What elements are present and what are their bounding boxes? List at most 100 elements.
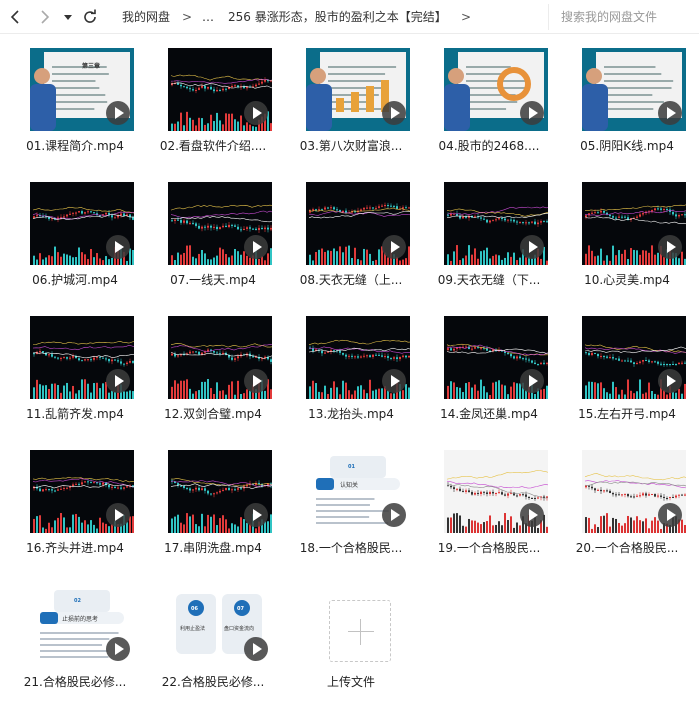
video-file-tile[interactable]: 12.双剑合璧.mp4 — [144, 302, 282, 436]
play-icon[interactable] — [244, 637, 268, 661]
file-name-label: 02.看盘软件介绍.... — [159, 139, 267, 153]
video-thumbnail[interactable] — [582, 450, 686, 533]
video-thumbnail[interactable] — [306, 182, 410, 265]
file-name-label: 07.一线天.mp4 — [170, 273, 256, 287]
thumb-caption: 止损前的思考 — [62, 615, 98, 623]
thumb-caption: 02 — [74, 598, 81, 604]
video-thumbnail[interactable] — [582, 182, 686, 265]
file-name-label: 03.第八次财富浪... — [299, 139, 403, 153]
video-file-tile[interactable]: 02.看盘软件介绍.... — [144, 34, 282, 168]
play-icon[interactable] — [520, 369, 544, 393]
forward-arrow-icon[interactable] — [36, 9, 52, 25]
play-icon[interactable] — [244, 101, 268, 125]
video-file-tile[interactable]: 19.一个合格股民... — [420, 436, 558, 570]
video-file-tile[interactable]: 11.乱箭齐发.mp4 — [6, 302, 144, 436]
video-thumbnail[interactable] — [306, 316, 410, 399]
play-icon[interactable] — [520, 503, 544, 527]
play-icon[interactable] — [658, 101, 682, 125]
video-file-tile[interactable]: 03.第八次财富浪... — [282, 34, 420, 168]
file-name-label: 21.合格股民必修... — [23, 675, 127, 689]
refresh-icon[interactable] — [82, 9, 98, 25]
file-name-label: 06.护城河.mp4 — [32, 273, 118, 287]
play-icon[interactable] — [382, 369, 406, 393]
file-name-label: 16.齐头并进.mp4 — [26, 541, 124, 555]
video-file-tile[interactable]: 05.阴阳K线.mp4 — [558, 34, 696, 168]
play-icon[interactable] — [520, 101, 544, 125]
video-file-tile[interactable]: 07.一线天.mp4 — [144, 168, 282, 302]
play-icon[interactable] — [382, 503, 406, 527]
video-file-tile[interactable]: 13.龙抬头.mp4 — [282, 302, 420, 436]
file-name-label: 08.天衣无缝（上... — [299, 273, 403, 287]
video-file-tile[interactable]: 09.天衣无缝（下... — [420, 168, 558, 302]
thumb-caption: 第三章 — [81, 62, 100, 70]
file-name-label: 05.阴阳K线.mp4 — [580, 139, 674, 153]
video-thumbnail[interactable] — [30, 450, 134, 533]
video-thumbnail[interactable] — [168, 182, 272, 265]
play-icon[interactable] — [244, 235, 268, 259]
video-thumbnail[interactable] — [444, 48, 548, 131]
video-thumbnail[interactable] — [168, 316, 272, 399]
video-file-tile[interactable]: 10.心灵美.mp4 — [558, 168, 696, 302]
play-icon[interactable] — [244, 369, 268, 393]
video-file-tile[interactable]: 第三章 01.课程简介.mp4 — [6, 34, 144, 168]
plus-icon[interactable] — [329, 600, 391, 662]
search-input[interactable]: 搜索我的网盘文件 — [548, 4, 699, 30]
thumb-caption: 认知关 — [340, 481, 358, 489]
video-file-tile[interactable]: 15.左右开弓.mp4 — [558, 302, 696, 436]
history-dropdown-icon[interactable] — [62, 11, 74, 23]
video-thumbnail[interactable] — [168, 48, 272, 131]
play-icon[interactable] — [244, 503, 268, 527]
play-icon[interactable] — [106, 235, 130, 259]
play-icon[interactable] — [106, 369, 130, 393]
video-thumbnail[interactable]: 02 止损前的思考 — [30, 584, 134, 667]
file-name-label: 13.龙抬头.mp4 — [308, 407, 394, 421]
file-name-label: 20.一个合格股民... — [575, 541, 679, 555]
video-thumbnail[interactable] — [444, 182, 548, 265]
video-thumbnail[interactable] — [306, 48, 410, 131]
video-thumbnail[interactable] — [444, 316, 548, 399]
file-name-label: 22.合格股民必修... — [161, 675, 265, 689]
video-file-tile[interactable]: 20.一个合格股民... — [558, 436, 696, 570]
video-file-tile[interactable]: 16.齐头并进.mp4 — [6, 436, 144, 570]
thumb-caption: 01 — [348, 464, 355, 470]
file-name-label: 01.课程简介.mp4 — [26, 139, 124, 153]
play-icon[interactable] — [658, 235, 682, 259]
video-file-tile[interactable]: 06 07 利用止盈法 盘口资金流向 22.合格股民必修... — [144, 570, 282, 704]
video-file-tile[interactable]: 06.护城河.mp4 — [6, 168, 144, 302]
video-file-tile[interactable]: 17.串阴洗盘.mp4 — [144, 436, 282, 570]
video-thumbnail[interactable] — [582, 48, 686, 131]
video-thumbnail[interactable] — [30, 182, 134, 265]
breadcrumb-my-disk[interactable]: 我的网盘 — [122, 9, 170, 25]
video-thumbnail[interactable] — [582, 316, 686, 399]
video-file-tile[interactable]: 01 认知关 18.一个合格股民... — [282, 436, 420, 570]
video-thumbnail[interactable]: 01 认知关 — [306, 450, 410, 533]
video-file-tile[interactable]: 04.股市的2468.... — [420, 34, 558, 168]
thumb-caption: 06 — [191, 606, 198, 612]
video-file-tile[interactable]: 08.天衣无缝（上... — [282, 168, 420, 302]
video-thumbnail[interactable] — [168, 450, 272, 533]
play-icon[interactable] — [658, 503, 682, 527]
play-icon[interactable] — [520, 235, 544, 259]
breadcrumb-ellipsis[interactable]: … — [202, 9, 214, 25]
breadcrumb-current-folder[interactable]: 256 暴涨形态，股市的盈利之本【完结】 — [228, 9, 447, 25]
file-name-label: 10.心灵美.mp4 — [584, 273, 670, 287]
play-icon[interactable] — [106, 101, 130, 125]
play-icon[interactable] — [106, 503, 130, 527]
play-icon[interactable] — [382, 235, 406, 259]
video-thumbnail[interactable] — [444, 450, 548, 533]
video-thumbnail[interactable]: 06 07 利用止盈法 盘口资金流向 — [168, 584, 272, 667]
video-thumbnail[interactable] — [30, 316, 134, 399]
file-name-label: 04.股市的2468.... — [438, 139, 540, 153]
file-name-label: 11.乱箭齐发.mp4 — [26, 407, 124, 421]
video-file-tile[interactable]: 14.金凤还巢.mp4 — [420, 302, 558, 436]
back-arrow-icon[interactable] — [8, 9, 24, 25]
play-icon[interactable] — [382, 101, 406, 125]
play-icon[interactable] — [106, 637, 130, 661]
video-file-tile[interactable]: 02 止损前的思考 21.合格股民必修... — [6, 570, 144, 704]
thumb-caption: 利用止盈法 — [180, 625, 205, 632]
upload-file-tile[interactable]: 上传文件 — [282, 570, 420, 704]
top-nav-bar: 我的网盘 > … 256 暴涨形态，股市的盈利之本【完结】 > 搜索我的网盘文件 — [0, 0, 699, 34]
video-thumbnail[interactable]: 第三章 — [30, 48, 134, 131]
thumb-caption: 盘口资金流向 — [224, 625, 254, 632]
play-icon[interactable] — [658, 369, 682, 393]
